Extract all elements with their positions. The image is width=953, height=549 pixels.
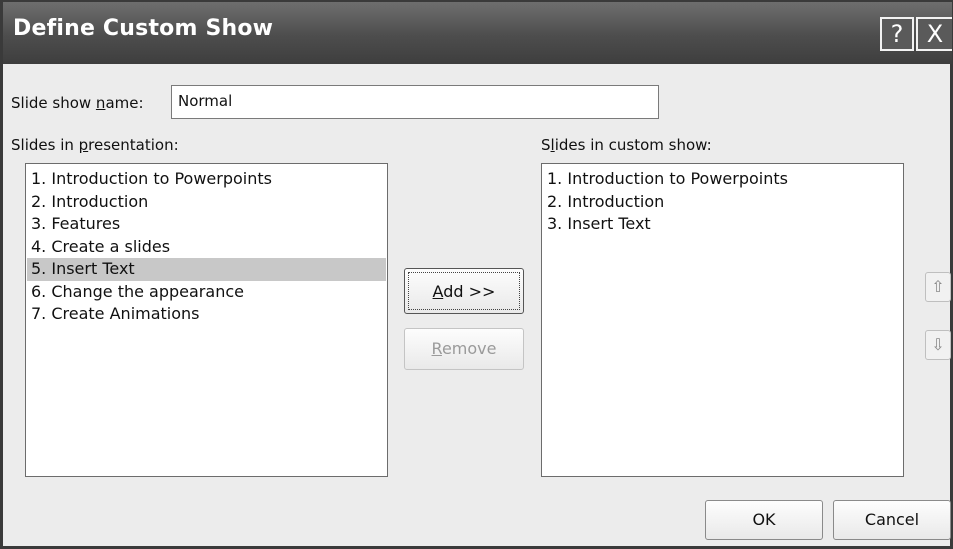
list-item[interactable]: 6. Change the appearance (27, 281, 386, 304)
list-item[interactable]: 3. Features (27, 213, 386, 236)
title-bar[interactable]: Define Custom Show ? X (3, 2, 952, 64)
dialog-title: Define Custom Show (13, 16, 274, 41)
list-item[interactable]: 2. Introduction (27, 191, 386, 214)
list-item[interactable]: 2. Introduction (543, 191, 902, 214)
move-down-button[interactable]: ⇩ (925, 330, 951, 360)
ok-button[interactable]: OK (705, 500, 823, 540)
slides-in-custom-show-label: Slides in custom show: (541, 136, 712, 154)
help-button[interactable]: ? (880, 17, 914, 51)
presentation-slides-list[interactable]: 1. Introduction to Powerpoints 2. Introdu… (25, 163, 388, 477)
add-button[interactable]: Add >> (404, 268, 524, 314)
list-item[interactable]: 1. Introduction to Powerpoints (543, 168, 902, 191)
down-arrow-icon: ⇩ (931, 335, 945, 354)
close-button[interactable]: X (916, 17, 952, 51)
define-custom-show-dialog: Define Custom Show ? X Slide show name: … (0, 0, 953, 549)
list-item[interactable]: 3. Insert Text (543, 213, 902, 236)
list-item[interactable]: 7. Create Animations (27, 303, 386, 326)
up-arrow-icon: ⇧ (931, 277, 945, 296)
cancel-button[interactable]: Cancel (833, 500, 951, 540)
list-item[interactable]: 5. Insert Text (27, 258, 386, 281)
list-item[interactable]: 4. Create a slides (27, 236, 386, 259)
slide-show-name-label: Slide show name: (11, 94, 144, 112)
custom-show-slides-list[interactable]: 1. Introduction to Powerpoints 2. Introdu… (541, 163, 904, 477)
slide-show-name-input[interactable]: Normal (171, 85, 659, 119)
list-item[interactable]: 1. Introduction to Powerpoints (27, 168, 386, 191)
slides-in-presentation-label: Slides in presentation: (11, 136, 179, 154)
remove-button[interactable]: Remove (404, 328, 524, 370)
move-up-button[interactable]: ⇧ (925, 272, 951, 302)
